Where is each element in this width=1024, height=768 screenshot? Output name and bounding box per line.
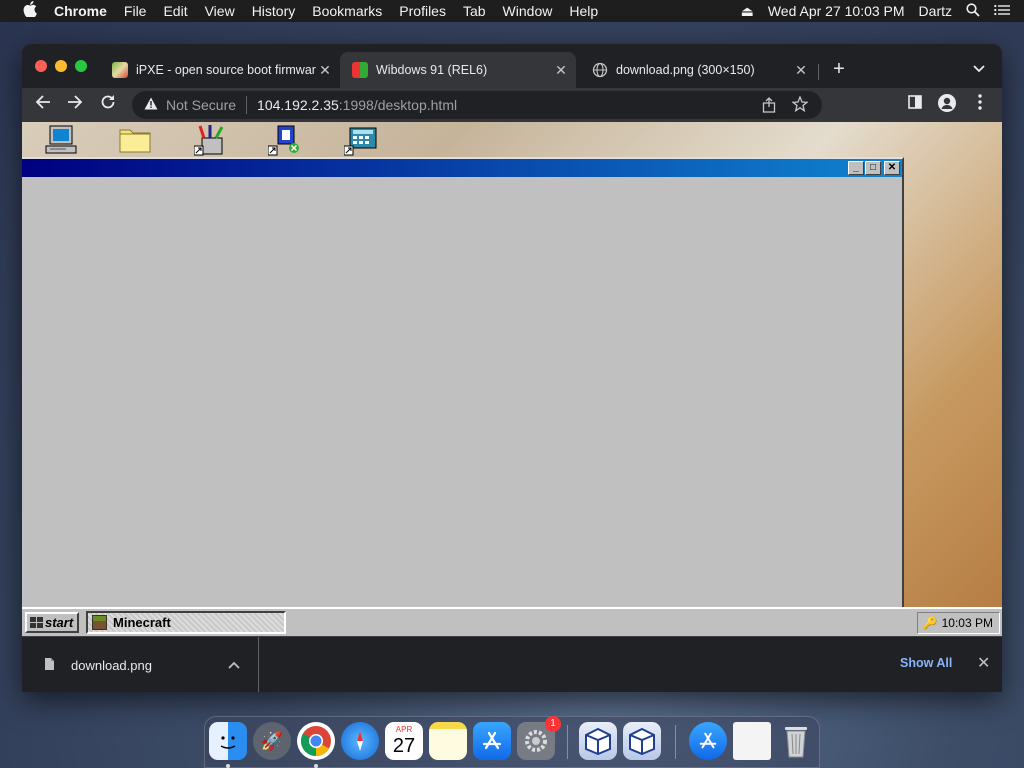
start-button[interactable]: start [25, 612, 79, 633]
minimize-icon[interactable]: _ [848, 161, 864, 175]
virtualbox-vm-icon[interactable] [623, 722, 661, 760]
launchpad-icon[interactable]: 🚀 [253, 722, 291, 760]
minimize-window-button[interactable] [55, 60, 67, 72]
menu-tab[interactable]: Tab [463, 3, 486, 19]
menubar-clock[interactable]: Wed Apr 27 10:03 PM [768, 3, 905, 19]
download-options-chevron-icon[interactable] [228, 657, 240, 672]
chrome-icon[interactable] [297, 722, 335, 760]
show-all-link[interactable]: Show All [900, 656, 952, 670]
tab-close-icon[interactable]: ✕ [552, 62, 570, 79]
menu-chrome[interactable]: Chrome [54, 3, 107, 19]
menubar-user[interactable]: Dartz [919, 3, 952, 19]
chrome-window: iPXE - open source boot firmware ✕ Wibdo… [22, 44, 1002, 692]
zoom-window-button[interactable] [75, 60, 87, 72]
kebab-menu-icon[interactable] [969, 94, 991, 116]
back-arrow-icon[interactable] [32, 94, 54, 116]
taskbar-item-minecraft[interactable]: Minecraft [86, 611, 286, 634]
notes-icon[interactable] [429, 722, 467, 760]
paint-tools-icon[interactable] [193, 124, 228, 156]
tab-download-png[interactable]: download.png (300×150) ✕ [580, 52, 816, 88]
forward-arrow-icon[interactable] [64, 94, 86, 116]
running-indicator [314, 764, 318, 768]
share-icon[interactable] [762, 97, 776, 116]
maximize-icon[interactable]: □ [865, 161, 881, 175]
windows-logo-icon [30, 616, 43, 628]
eject-icon[interactable]: ⏏ [741, 3, 754, 20]
dock-separator [567, 725, 568, 759]
running-indicator [226, 764, 230, 768]
notification-badge: 1 [545, 716, 561, 732]
finder-icon[interactable] [209, 722, 247, 760]
close-window-button[interactable] [35, 60, 47, 72]
tab-search-chevron-icon[interactable] [968, 58, 990, 80]
file-icon [44, 657, 55, 674]
menu-edit[interactable]: Edit [163, 3, 187, 19]
virtualbox-icon[interactable] [579, 722, 617, 760]
system-tray: 🔑 10:03 PM [917, 612, 1000, 634]
trash-icon[interactable] [777, 722, 815, 760]
start-label: start [45, 615, 74, 630]
browser-toolbar: Not Secure 104.192.2.35 :1998/desktop.ht… [22, 88, 1002, 122]
tray-clock[interactable]: 10:03 PM [942, 616, 993, 630]
download-shelf: download.png Show All ✕ [22, 636, 1002, 692]
globe-icon [592, 62, 608, 78]
url-path: :1998/desktop.html [338, 97, 458, 113]
macos-menu-bar: Chrome File Edit View History Bookmarks … [0, 0, 1024, 22]
menu-bookmarks[interactable]: Bookmarks [312, 3, 382, 19]
tab-ipxe[interactable]: iPXE - open source boot firmware ✕ [100, 52, 340, 88]
menu-history[interactable]: History [252, 3, 296, 19]
documents-stack-icon[interactable] [733, 722, 771, 760]
page-viewport: _ □ ✕ start Minecraft 🔑 10:03 PM [22, 122, 1002, 636]
control-center-icon[interactable] [994, 3, 1010, 19]
dock-separator [675, 725, 676, 759]
url-host: 104.192.2.35 [257, 97, 339, 113]
menu-window[interactable]: Window [503, 3, 553, 19]
ipxe-favicon-icon [112, 62, 128, 78]
taskbar-item-label: Minecraft [113, 615, 171, 630]
tab-wibdows[interactable]: Wibdows 91 (REL6) ✕ [340, 52, 576, 88]
network-icon[interactable] [267, 124, 302, 156]
key-tray-icon[interactable]: 🔑 [923, 616, 938, 630]
tab-close-icon[interactable]: ✕ [316, 62, 334, 79]
download-item[interactable]: download.png [22, 637, 259, 692]
app-store-downloads-icon[interactable] [689, 722, 727, 760]
menu-view[interactable]: View [205, 3, 235, 19]
apple-menu-icon[interactable] [20, 1, 40, 21]
calculator-icon[interactable] [343, 124, 378, 156]
retro-taskbar: start Minecraft 🔑 10:03 PM [22, 607, 1002, 636]
tab-close-icon[interactable]: ✕ [792, 62, 810, 79]
side-panel-icon[interactable] [904, 94, 926, 116]
reload-icon[interactable] [97, 94, 119, 116]
tab-separator [818, 64, 819, 80]
bookmark-star-icon[interactable] [791, 95, 809, 115]
macos-dock: 🚀 APR 27 1 [204, 716, 820, 768]
safari-compass-icon[interactable] [341, 722, 379, 760]
new-tab-plus-icon[interactable]: + [828, 58, 850, 80]
close-download-shelf-icon[interactable]: ✕ [977, 653, 990, 673]
profile-avatar-icon[interactable] [936, 94, 958, 116]
folder-icon[interactable] [118, 124, 152, 156]
window-title-bar[interactable]: _ □ ✕ [22, 159, 902, 177]
menu-help[interactable]: Help [569, 3, 598, 19]
close-icon[interactable]: ✕ [884, 161, 900, 175]
minecraft-block-icon [92, 615, 107, 630]
warning-triangle-icon[interactable] [144, 97, 160, 113]
retro-window: _ □ ✕ [22, 157, 904, 607]
omnibox-separator [246, 96, 248, 114]
calendar-icon[interactable]: APR 27 [385, 722, 423, 760]
spotlight-icon[interactable] [966, 2, 980, 20]
app-store-icon[interactable] [473, 722, 511, 760]
menu-profiles[interactable]: Profiles [399, 3, 446, 19]
system-preferences-gear-icon[interactable]: 1 [517, 716, 561, 760]
menu-file[interactable]: File [124, 3, 147, 19]
my-computer-icon[interactable] [44, 124, 78, 156]
download-filename: download.png [71, 657, 152, 673]
windows-favicon-icon [352, 62, 368, 78]
tab-strip: iPXE - open source boot firmware ✕ Wibdo… [22, 44, 1002, 88]
address-bar[interactable]: Not Secure 104.192.2.35 :1998/desktop.ht… [132, 91, 822, 119]
not-secure-label[interactable]: Not Secure [166, 97, 236, 113]
